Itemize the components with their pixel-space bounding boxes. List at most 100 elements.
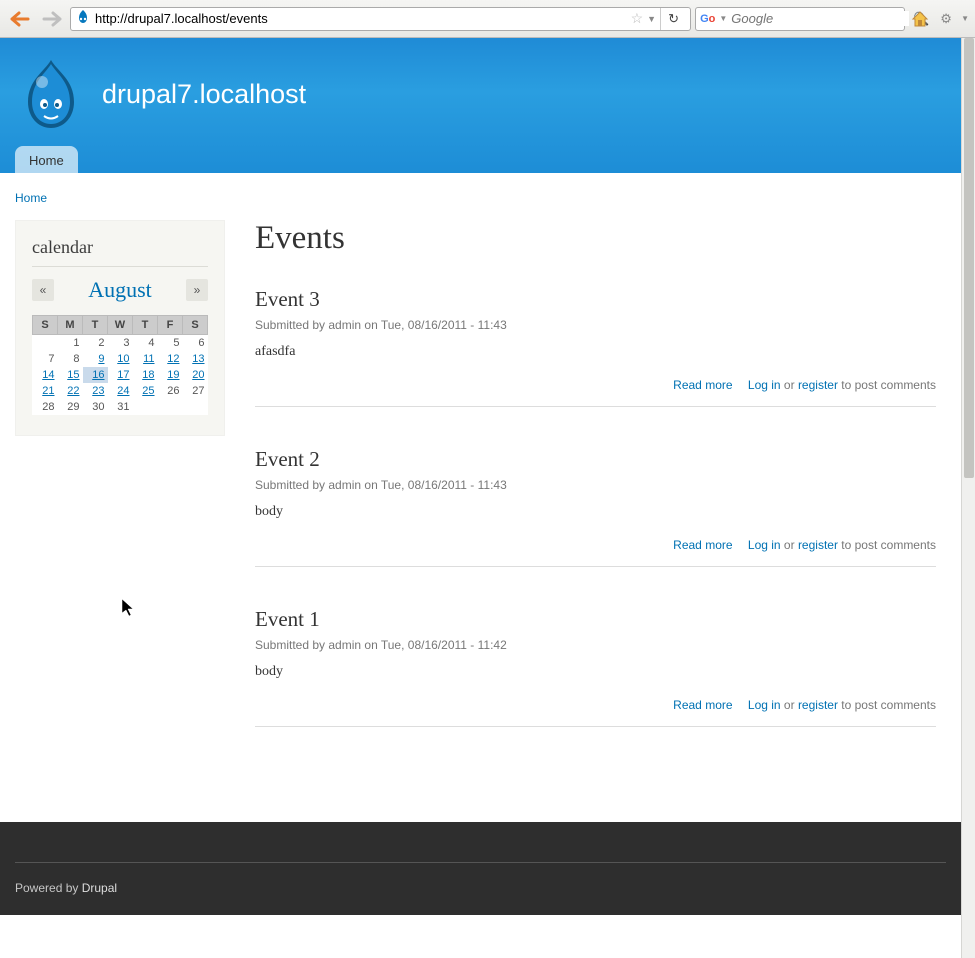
calendar-block-title: calendar <box>32 237 208 267</box>
calendar-day-cell[interactable]: 13 <box>183 351 208 367</box>
calendar-day-header: S <box>33 316 58 335</box>
calendar-next-button[interactable]: » <box>186 279 208 301</box>
calendar-day-cell[interactable]: 18 <box>133 367 158 383</box>
calendar-day-cell <box>133 399 158 415</box>
calendar-day-cell[interactable]: 23 <box>83 383 108 399</box>
event-links: Read more Log in or register to post com… <box>255 378 936 407</box>
event-author: admin <box>328 318 361 332</box>
calendar-day-cell[interactable]: 20 <box>183 367 208 383</box>
calendar-day-link[interactable]: 18 <box>142 369 154 381</box>
site-header: drupal7.localhost Home <box>0 38 961 173</box>
calendar-day-link[interactable]: 17 <box>117 369 129 381</box>
event-date: Tue, 08/16/2011 - 11:43 <box>381 318 507 332</box>
event-links: Read more Log in or register to post com… <box>255 538 936 567</box>
calendar-day-cell[interactable]: 15 <box>58 367 83 383</box>
calendar-day-header: M <box>58 316 83 335</box>
calendar-day-cell <box>158 399 183 415</box>
calendar-day-cell[interactable]: 25 <box>133 383 158 399</box>
calendar-day-link[interactable]: 22 <box>67 385 79 397</box>
calendar-day-cell[interactable]: 22 <box>58 383 83 399</box>
calendar-day-cell: 2 <box>83 335 108 352</box>
menu-item-home[interactable]: Home <box>15 146 78 173</box>
event-body: body <box>255 504 936 520</box>
page-title: Events <box>255 220 936 257</box>
event-title[interactable]: Event 1 <box>255 607 936 632</box>
login-link[interactable]: Log in <box>748 698 781 712</box>
calendar-month-label[interactable]: August <box>88 277 152 303</box>
calendar-day-link[interactable]: 12 <box>167 353 179 365</box>
calendar-day-cell[interactable]: 9 <box>83 351 108 367</box>
calendar-day-cell: 6 <box>183 335 208 352</box>
calendar-day-link[interactable]: 19 <box>167 369 179 381</box>
calendar-day-cell[interactable]: 14 <box>33 367 58 383</box>
dropdown-icon[interactable]: ▼ <box>719 14 727 23</box>
calendar-day-cell[interactable]: 17 <box>108 367 133 383</box>
calendar-day-cell[interactable]: 21 <box>33 383 58 399</box>
calendar-day-link[interactable]: 16 <box>92 369 104 381</box>
read-more-link[interactable]: Read more <box>673 698 732 712</box>
calendar-day-header: S <box>183 316 208 335</box>
scrollbar-thumb[interactable] <box>964 38 974 478</box>
url-input[interactable] <box>95 11 627 26</box>
calendar-day-link[interactable]: 10 <box>117 353 129 365</box>
search-bar[interactable]: Go ▼ 🔍 <box>695 7 905 31</box>
event-title[interactable]: Event 3 <box>255 287 936 312</box>
calendar-day-cell[interactable]: 11 <box>133 351 158 367</box>
calendar-day-link[interactable]: 21 <box>42 385 54 397</box>
google-icon: Go <box>700 13 715 25</box>
read-more-link[interactable]: Read more <box>673 378 732 392</box>
event-title[interactable]: Event 2 <box>255 447 936 472</box>
url-bar[interactable]: ☆ ▼ ↻ <box>70 7 691 31</box>
extension-icon[interactable]: ⚙ <box>935 8 957 30</box>
calendar-prev-button[interactable]: « <box>32 279 54 301</box>
calendar-day-link[interactable]: 11 <box>143 353 154 365</box>
calendar-day-cell: 8 <box>58 351 83 367</box>
calendar-day-link[interactable]: 13 <box>192 353 204 365</box>
calendar-day-cell[interactable]: 10 <box>108 351 133 367</box>
calendar-day-cell[interactable]: 12 <box>158 351 183 367</box>
home-button[interactable] <box>909 8 931 30</box>
register-link[interactable]: register <box>798 378 838 392</box>
footer: Powered by Drupal <box>0 822 961 915</box>
calendar-day-cell <box>183 399 208 415</box>
read-more-link[interactable]: Read more <box>673 538 732 552</box>
dropdown-icon[interactable]: ▼ <box>647 14 656 24</box>
forward-button[interactable] <box>38 6 66 32</box>
calendar-grid: SMTWTFS 12345678910111213141516171819202… <box>32 315 208 415</box>
calendar-day-link[interactable]: 24 <box>117 385 129 397</box>
calendar-day-link[interactable]: 23 <box>92 385 104 397</box>
calendar-day-cell[interactable]: 16 <box>83 367 108 383</box>
calendar-day-link[interactable]: 9 <box>98 353 104 365</box>
event-submitted: Submitted by admin on Tue, 08/16/2011 - … <box>255 318 936 332</box>
event-node: Event 3 Submitted by admin on Tue, 08/16/… <box>255 287 936 407</box>
register-link[interactable]: register <box>798 538 838 552</box>
calendar-day-link[interactable]: 20 <box>192 369 204 381</box>
calendar-day-cell: 31 <box>108 399 133 415</box>
site-name[interactable]: drupal7.localhost <box>102 79 306 110</box>
calendar-day-cell[interactable]: 19 <box>158 367 183 383</box>
event-node: Event 1Submitted by admin on Tue, 08/16/… <box>255 607 936 727</box>
search-input[interactable] <box>731 11 909 26</box>
dropdown-icon[interactable]: ▼ <box>961 14 969 23</box>
calendar-day-cell: 26 <box>158 383 183 399</box>
calendar-day-link[interactable]: 25 <box>142 385 154 397</box>
scrollbar[interactable] <box>961 38 975 958</box>
breadcrumb-home[interactable]: Home <box>15 191 47 205</box>
calendar-day-link[interactable]: 15 <box>67 369 79 381</box>
event-body: body <box>255 664 936 680</box>
login-link[interactable]: Log in <box>748 538 781 552</box>
drupal-logo-icon[interactable] <box>20 58 82 130</box>
register-link[interactable]: register <box>798 698 838 712</box>
bookmark-star-icon[interactable]: ☆ <box>631 10 644 27</box>
calendar-day-cell: 1 <box>58 335 83 352</box>
calendar-day-link[interactable]: 14 <box>42 369 54 381</box>
back-button[interactable] <box>6 6 34 32</box>
calendar-day-cell: 7 <box>33 351 58 367</box>
drupal-link[interactable]: Drupal <box>82 881 117 895</box>
calendar-day-cell[interactable]: 24 <box>108 383 133 399</box>
calendar-day-cell <box>33 335 58 352</box>
reload-button[interactable]: ↻ <box>660 8 686 30</box>
calendar-day-cell: 27 <box>183 383 208 399</box>
login-link[interactable]: Log in <box>748 378 781 392</box>
calendar-day-header: T <box>133 316 158 335</box>
